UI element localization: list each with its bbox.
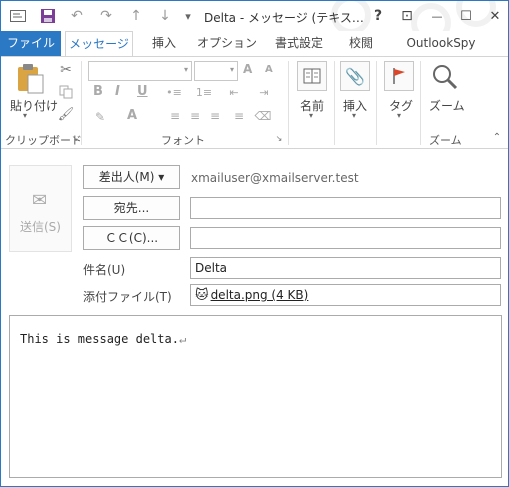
font-group-label: フォント <box>161 134 205 147</box>
format-painter-icon[interactable]: 🖌 <box>57 105 75 123</box>
align-justify-icon[interactable]: ≡ <box>231 108 247 124</box>
tab-file[interactable]: ファイル <box>1 31 61 56</box>
subject-label: 件名(U) <box>83 263 126 277</box>
names-dropdown-icon[interactable]: ▾ <box>309 111 313 120</box>
decrease-indent-icon[interactable]: ⇤ <box>223 84 245 100</box>
ribbon: 貼り付け ▾ ✂ 🖌 クリップボード ↘ ▾ ▾ A A B I U •≡ 1≡… <box>1 56 508 149</box>
ribbon-display-options-icon[interactable]: ⊡ <box>398 7 416 25</box>
ribbon-tabs: ファイル メッセージ 挿入 オプション 書式設定 校閲 OutlookSpy <box>1 31 508 57</box>
tab-review[interactable]: 校閲 <box>341 31 381 56</box>
attach-paperclip-icon[interactable]: 📎 <box>340 61 370 91</box>
window-title: Delta - メッセージ (テキス… <box>204 11 364 25</box>
insert-dropdown-icon[interactable]: ▾ <box>352 111 356 120</box>
font-size-combo[interactable]: ▾ <box>194 61 238 81</box>
save-icon[interactable] <box>39 7 57 25</box>
paste-label[interactable]: 貼り付け <box>10 97 58 114</box>
separator <box>334 61 335 145</box>
increase-indent-icon[interactable]: ⇥ <box>253 84 275 100</box>
separator <box>288 61 289 145</box>
cc-button[interactable]: ＣＣ(C)... <box>83 226 180 250</box>
bullets-icon[interactable]: •≡ <box>163 84 185 100</box>
outlook-message-window: ↶ ↷ ↑ ↓ ▾ Delta - メッセージ (テキス… ? ⊡ — ☐ ✕ … <box>0 0 509 487</box>
send-label: 送信(S) <box>20 220 61 234</box>
close-icon[interactable]: ✕ <box>486 7 504 25</box>
title-bar: ↶ ↷ ↑ ↓ ▾ Delta - メッセージ (テキス… ? ⊡ — ☐ ✕ <box>1 1 508 43</box>
tab-message[interactable]: メッセージ <box>65 31 133 57</box>
body-text: This is message delta. <box>20 332 179 346</box>
help-icon[interactable]: ? <box>369 7 387 25</box>
zoom-label[interactable]: ズーム <box>429 97 465 114</box>
message-window-icon[interactable] <box>9 7 27 25</box>
bold-button[interactable]: B <box>93 84 103 99</box>
highlight-icon[interactable]: ✎ <box>91 108 109 126</box>
underline-button[interactable]: U <box>137 84 148 99</box>
minimize-icon[interactable]: — <box>428 7 446 25</box>
attachment-label: 添付ファイル(T) <box>83 290 172 304</box>
undo-icon[interactable]: ↶ <box>68 7 86 25</box>
tab-outlookspy[interactable]: OutlookSpy <box>401 31 481 56</box>
to-field[interactable] <box>190 197 501 219</box>
font-launcher-icon[interactable]: ↘ <box>275 134 283 143</box>
align-right-icon[interactable]: ≡ <box>207 108 223 124</box>
to-button[interactable]: 宛先... <box>83 196 180 220</box>
cc-field[interactable] <box>190 227 501 249</box>
down-arrow-icon[interactable]: ↓ <box>156 7 174 25</box>
cut-icon[interactable]: ✂ <box>57 61 75 79</box>
subject-field[interactable]: Delta <box>190 257 501 279</box>
redo-icon[interactable]: ↷ <box>97 7 115 25</box>
collapse-ribbon-icon[interactable]: ⌃ <box>490 131 504 143</box>
paste-icon[interactable] <box>13 61 47 95</box>
message-body-text: This is message delta.↵ <box>20 332 186 346</box>
send-envelope-icon: ✉ <box>32 190 48 211</box>
maximize-icon[interactable]: ☐ <box>457 7 475 25</box>
separator <box>376 61 377 145</box>
numbering-icon[interactable]: 1≡ <box>193 84 215 100</box>
tab-insert[interactable]: 挿入 <box>144 31 184 56</box>
clipboard-launcher-icon[interactable]: ↘ <box>71 134 79 143</box>
font-color-button[interactable]: A <box>127 108 137 123</box>
from-button[interactable]: 差出人(M) ▾ <box>83 165 180 189</box>
attachment-field[interactable]: 🐱 delta.png (4 KB) <box>190 284 501 306</box>
shrink-font-icon[interactable]: A <box>265 64 273 75</box>
tags-dropdown-icon[interactable]: ▾ <box>397 111 401 120</box>
attachment-file-icon: 🐱 <box>195 287 209 303</box>
zoom-magnifier-icon[interactable] <box>428 61 462 93</box>
grow-font-icon[interactable]: A <box>243 62 252 76</box>
tag-flag-icon[interactable] <box>384 61 414 91</box>
up-arrow-icon[interactable]: ↑ <box>127 7 145 25</box>
address-book-icon[interactable] <box>297 61 327 91</box>
align-center-icon[interactable]: ≡ <box>187 108 203 124</box>
zoom-group-label: ズーム <box>429 134 462 147</box>
tab-options[interactable]: オプション <box>197 31 257 56</box>
customize-quick-access-icon[interactable]: ▾ <box>179 7 197 25</box>
separator <box>81 61 82 145</box>
paste-dropdown-icon[interactable]: ▾ <box>23 111 27 120</box>
separator <box>420 61 421 145</box>
font-name-combo[interactable]: ▾ <box>88 61 192 81</box>
message-body[interactable]: This is message delta.↵ <box>9 315 502 478</box>
send-button[interactable]: ✉ 送信(S) <box>9 165 72 252</box>
from-address: xmailuser@xmailserver.test <box>191 171 359 185</box>
italic-button[interactable]: I <box>115 84 120 99</box>
tab-format-text[interactable]: 書式設定 <box>269 31 329 56</box>
copy-icon[interactable] <box>57 83 75 101</box>
attachment-link[interactable]: delta.png (4 KB) <box>211 288 309 302</box>
return-mark: ↵ <box>178 332 187 346</box>
align-left-icon[interactable]: ≡ <box>167 108 183 124</box>
clear-formatting-icon[interactable]: ⌫ <box>255 108 272 124</box>
